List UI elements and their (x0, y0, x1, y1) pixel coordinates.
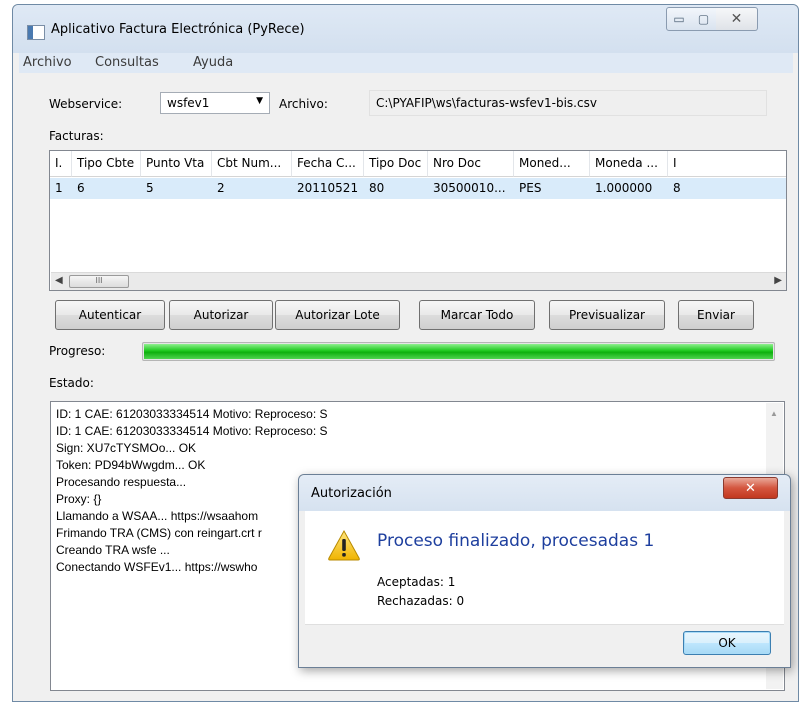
table-cell[interactable]: 8 (668, 178, 786, 199)
facturas-table[interactable]: I. Tipo Cbte Punto Vta Cbt Num... Fecha … (49, 150, 787, 291)
table-cell[interactable]: 1.000000 (590, 178, 668, 199)
app-icon (27, 25, 45, 40)
log-line: ID: 1 CAE: 61203033334514 Motivo: Reproc… (56, 407, 328, 421)
log-line: Conectando WSFEv1... https://wswho (56, 560, 258, 574)
scroll-right-icon[interactable]: ▶ (774, 275, 782, 286)
autorizar-button[interactable]: Autorizar (169, 300, 273, 330)
table-cell[interactable]: 80 (364, 178, 428, 199)
column-header[interactable]: Moneda ... (590, 151, 668, 177)
archivo-label: Archivo: (279, 97, 328, 111)
table-cell[interactable]: PES (514, 178, 590, 199)
log-line: ID: 1 CAE: 61203033334514 Motivo: Reproc… (56, 424, 328, 438)
column-header[interactable]: Fecha C... (292, 151, 364, 177)
log-line: Proxy: {} (56, 492, 102, 506)
enviar-button[interactable]: Enviar (678, 300, 754, 330)
column-header[interactable]: I. (50, 151, 72, 177)
aceptadas-text: Aceptadas: 1 (377, 575, 456, 589)
menu-ayuda[interactable]: Ayuda (193, 55, 233, 70)
column-header[interactable]: Cbt Num... (212, 151, 292, 177)
menu-bar: Archivo Consultas Ayuda (19, 53, 793, 73)
log-line: Frimando TRA (CMS) con reingart.crt r (56, 526, 262, 540)
scroll-up-icon[interactable]: ▲ (770, 409, 778, 418)
autorizar-lote-button[interactable]: Autorizar Lote (275, 300, 400, 330)
webservice-label: Webservice: (49, 97, 123, 111)
progress-fill (144, 344, 773, 359)
column-header[interactable]: Nro Doc (428, 151, 514, 177)
table-cell[interactable]: 30500010... (428, 178, 514, 199)
window-title: Aplicativo Factura Electrónica (PyRece) (51, 22, 305, 37)
dialog-title: Autorización (311, 486, 392, 501)
dialog-close-button[interactable]: ✕ (723, 477, 778, 499)
column-header[interactable]: I (668, 151, 786, 177)
table-cell[interactable]: 2 (212, 178, 292, 199)
dialog-message: Proceso finalizado, procesadas 1 (377, 531, 655, 551)
column-header[interactable]: Punto Vta (141, 151, 212, 177)
archivo-field[interactable]: C:\PYAFIP\ws\facturas-wsfev1-bis.csv (369, 90, 767, 116)
log-line: Creando TRA wsfe ... (56, 543, 170, 557)
dialog-body: Proceso finalizado, procesadas 1 Aceptad… (305, 511, 784, 624)
dialog-title-bar: Autorización ✕ (299, 475, 790, 511)
warning-icon (328, 529, 360, 561)
webservice-value: wsfev1 (167, 96, 210, 110)
autorizacion-dialog: Autorización ✕ Proceso finalizado, proce… (298, 474, 791, 668)
maximize-button[interactable]: ▢ (691, 7, 717, 31)
dialog-footer: OK (305, 624, 784, 662)
scroll-thumb[interactable]: III (69, 275, 129, 288)
column-header[interactable]: Moned... (514, 151, 590, 177)
menu-consultas[interactable]: Consultas (95, 55, 159, 70)
close-window-button[interactable]: ✕ (716, 7, 758, 31)
scroll-left-icon[interactable]: ◀ (55, 275, 63, 286)
chevron-down-icon: ▼ (256, 96, 263, 106)
log-line: Llamando a WSAA... https://wsaahom (56, 509, 259, 523)
ok-button[interactable]: OK (683, 631, 771, 655)
column-header[interactable]: Tipo Doc (364, 151, 428, 177)
estado-label: Estado: (49, 376, 94, 390)
column-header[interactable]: Tipo Cbte (72, 151, 141, 177)
table-cell[interactable]: 1 (50, 178, 72, 199)
minimize-button[interactable]: ▭ (666, 7, 692, 31)
menu-archivo[interactable]: Archivo (23, 55, 72, 70)
table-cell[interactable]: 5 (141, 178, 212, 199)
log-line: Procesando respuesta... (56, 475, 187, 489)
log-line: Token: PD94bWwgdm... OK (56, 458, 206, 472)
progreso-label: Progreso: (49, 344, 106, 358)
webservice-select[interactable]: wsfev1 ▼ (160, 92, 270, 114)
horizontal-scrollbar[interactable]: ◀ III ▶ (51, 272, 786, 290)
progress-bar (142, 342, 775, 361)
marcar-todo-button[interactable]: Marcar Todo (419, 300, 535, 330)
autenticar-button[interactable]: Autenticar (55, 300, 165, 330)
facturas-label: Facturas: (49, 129, 104, 143)
title-bar: Aplicativo Factura Electrónica (PyRece) … (13, 5, 798, 53)
rechazadas-text: Rechazadas: 0 (377, 594, 465, 608)
log-line: Sign: XU7cTYSMOo... OK (56, 441, 197, 455)
archivo-value: C:\PYAFIP\ws\facturas-wsfev1-bis.csv (376, 96, 597, 110)
table-cell[interactable]: 20110521 (292, 178, 364, 199)
table-cell[interactable]: 6 (72, 178, 141, 199)
previsualizar-button[interactable]: Previsualizar (549, 300, 665, 330)
